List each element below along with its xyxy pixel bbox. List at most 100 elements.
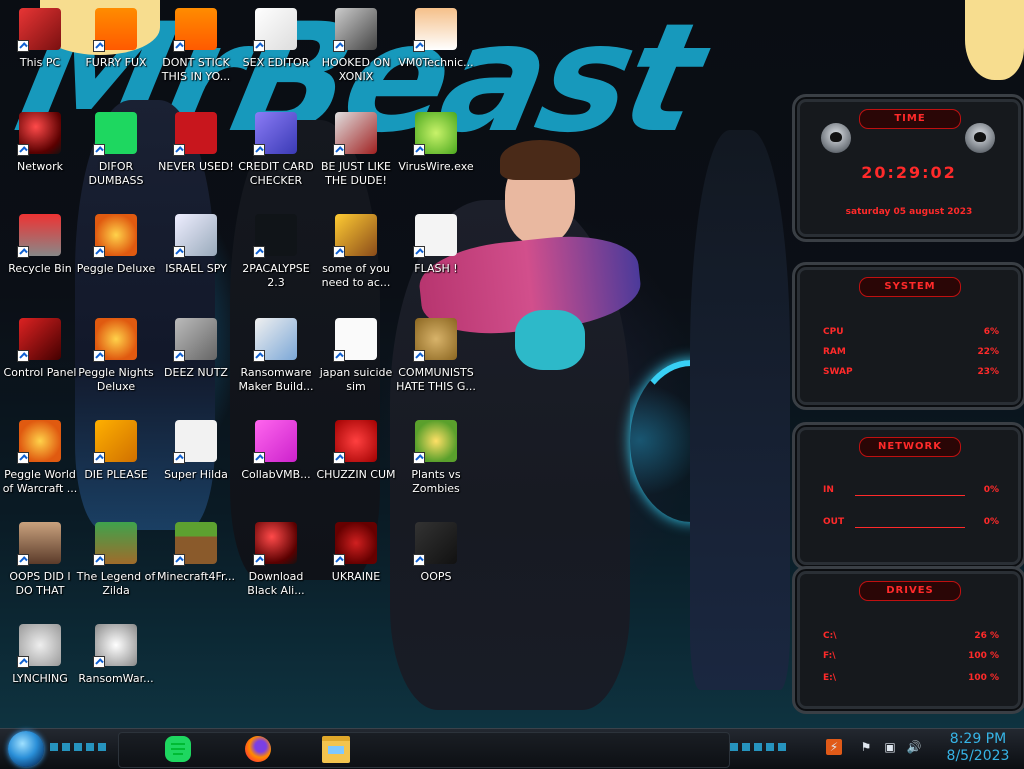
die-app-icon [93, 420, 137, 464]
desktop-icon[interactable]: The Legend of Zilda [76, 518, 156, 618]
desktop-icon[interactable]: 2PACALYPSE 2.3 [236, 210, 316, 310]
desktop-icon[interactable]: Peggle Deluxe [76, 210, 156, 310]
firefox-icon[interactable] [242, 734, 274, 764]
widget-clock: 20:29:02 [861, 163, 957, 182]
desktop-icon-label: COMMUNISTS HATE THIS G... [396, 366, 476, 393]
desktop-icon[interactable]: CollabVMB... [236, 416, 316, 516]
firefox-tray-icon[interactable]: ⚡ [826, 739, 842, 755]
shortcut-arrow-icon [333, 40, 345, 52]
desktop-icon-label: Peggle Deluxe [76, 262, 156, 275]
peggle-icon [93, 214, 137, 258]
desktop-icon[interactable]: Peggle World of Warcraft ... [0, 416, 80, 516]
desktop-icon[interactable]: OOPS DID I DO THAT [0, 518, 80, 618]
desktop-icon-label: Recycle Bin [8, 262, 72, 275]
desktop[interactable]: MrBeast This PC FURRY FUX DONT STICK THIS … [0, 0, 1024, 728]
desktop-icon[interactable]: ISRAEL SPY [156, 210, 236, 310]
taskbar-decor-right [730, 743, 790, 751]
shortcut-arrow-icon [413, 246, 425, 258]
desktop-icon[interactable]: NEVER USED! [156, 108, 236, 208]
desktop-icon[interactable]: LYNCHING [0, 620, 80, 720]
desktop-icon[interactable]: UKRAINE [316, 518, 396, 618]
shortcut-arrow-icon [17, 350, 29, 362]
desktop-icon[interactable]: HOOKED ON XONIX [316, 4, 396, 104]
desktop-icon[interactable]: Network [0, 108, 80, 208]
desktop-icon[interactable]: COMMUNISTS HATE THIS G... [396, 314, 476, 414]
widget-drives-title: DRIVES [859, 581, 961, 601]
doctor-person-icon [413, 8, 457, 52]
taskbar-clock[interactable]: 8:29 PM 8/5/2023 [938, 731, 1018, 765]
desktop-icon[interactable]: DONT STICK THIS IN YO... [156, 4, 236, 104]
desktop-icon[interactable]: Minecraft4Fr... [156, 518, 236, 618]
desktop-icon[interactable]: RansomWar... [76, 620, 156, 720]
desktop-icon-label: BE JUST LIKE THE DUDE! [320, 160, 392, 187]
network-out-graph [855, 517, 965, 528]
drive-row-c: C:\ 26 % [823, 631, 999, 641]
desktop-icon[interactable]: BE JUST LIKE THE DUDE! [316, 108, 396, 208]
desktop-icon-label: some of you need to ac... [321, 262, 391, 289]
desktop-icon[interactable]: VirusWire.exe [396, 108, 476, 208]
widget-time-panel: TIME 20:29:02 saturday 05 august 2023 [792, 94, 1024, 242]
shortcut-arrow-icon [93, 350, 105, 362]
drive-row-value: 26 % [974, 631, 999, 641]
shortcut-arrow-icon [413, 554, 425, 566]
network-icon[interactable]: ▣ [882, 739, 898, 755]
taskbar-date: 8/5/2023 [946, 748, 1010, 764]
volume-icon[interactable]: 🔊 [906, 739, 922, 755]
window-app-icon [253, 318, 297, 362]
desktop-icon[interactable]: japan suicide sim [316, 314, 396, 414]
rope-icon [17, 624, 61, 668]
desktop-icon[interactable]: OOPS [396, 518, 476, 618]
desktop-icon-label: CollabVMB... [241, 468, 311, 481]
chat-app-icon[interactable] [162, 734, 194, 764]
desktop-icon-label: The Legend of Zilda [76, 570, 156, 597]
flag-icon[interactable]: ⚑ [858, 739, 874, 755]
control-panel-icon [17, 318, 61, 362]
shortcut-arrow-icon [333, 554, 345, 566]
beaver-icon [333, 214, 377, 258]
system-row-value: 6% [983, 327, 999, 337]
desktop-icon[interactable]: VM0Technic... [396, 4, 476, 104]
taskbar-task-area [118, 732, 730, 768]
shortcut-arrow-icon [413, 350, 425, 362]
desktop-icon[interactable]: Ransomware Maker Build... [236, 314, 316, 414]
desktop-icon[interactable]: FLASH ! [396, 210, 476, 310]
shortcut-arrow-icon [253, 246, 265, 258]
hex-editor-icon [253, 8, 297, 52]
desktop-icon-label: Peggle World of Warcraft ... [2, 468, 78, 495]
desktop-icon[interactable]: This PC [0, 4, 80, 104]
widget-drives-panel: DRIVES C:\ 26 % F:\ 100 % E:\ 100 % [792, 566, 1024, 714]
shortcut-arrow-icon [173, 452, 185, 464]
desktop-icon[interactable]: DIFOR DUMBASS [76, 108, 156, 208]
start-orb-icon[interactable] [8, 731, 44, 767]
desktop-icon[interactable]: some of you need to ac... [316, 210, 396, 310]
shortcut-arrow-icon [17, 40, 29, 52]
santa-dude-icon [333, 112, 377, 156]
desktop-icon[interactable]: Download Black Ali... [236, 518, 316, 618]
zelda-character-icon [93, 522, 137, 566]
desktop-icon[interactable]: DEEZ NUTZ [156, 314, 236, 414]
xonix-game-icon [333, 8, 377, 52]
desktop-icon[interactable]: FURRY FUX [76, 4, 156, 104]
desktop-icon-label: FURRY FUX [85, 56, 147, 69]
desktop-icon-label: Peggle Nights Deluxe [78, 366, 154, 393]
desktop-icon[interactable]: Plants vs Zombies [396, 416, 476, 516]
file-explorer-icon[interactable] [320, 734, 352, 764]
desktop-icon-label: HOOKED ON XONIX [321, 56, 391, 83]
desktop-icon[interactable]: Peggle Nights Deluxe [76, 314, 156, 414]
desktop-icon[interactable]: DIE PLEASE [76, 416, 156, 516]
desktop-icon-label: Download Black Ali... [247, 570, 305, 597]
desktop-icon-label: OOPS DID I DO THAT [9, 570, 71, 597]
skull-icon [93, 624, 137, 668]
shortcut-arrow-icon [413, 144, 425, 156]
desktop-icon-label: VM0Technic... [398, 56, 474, 69]
desktop-icon[interactable]: CHUZZIN CUM [316, 416, 396, 516]
console-icon [253, 214, 297, 258]
pixel-ghost-icon [173, 420, 217, 464]
desktop-icon[interactable]: SEX EDITOR [236, 4, 316, 104]
desktop-icon[interactable]: Control Panel [0, 314, 80, 414]
desktop-icon[interactable]: Recycle Bin [0, 210, 80, 310]
desktop-icon-label: Plants vs Zombies [411, 468, 461, 495]
desktop-icon[interactable]: Super Hilda [156, 416, 236, 516]
desktop-icon[interactable]: CREDIT CARD CHECKER [236, 108, 316, 208]
network-row-label: OUT [823, 517, 845, 527]
